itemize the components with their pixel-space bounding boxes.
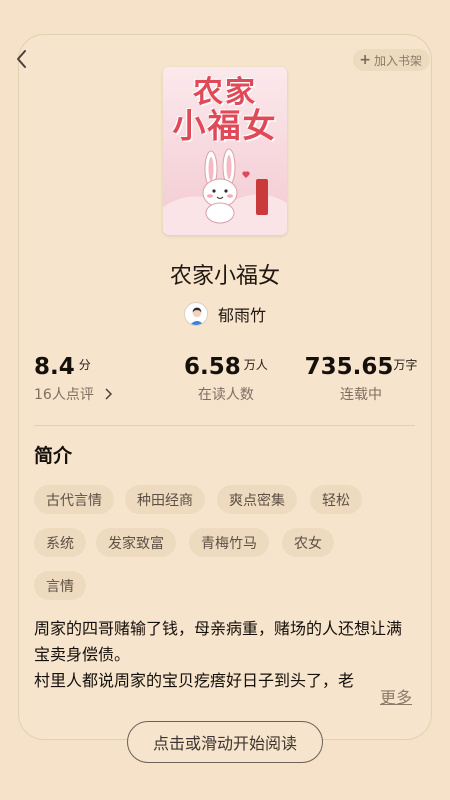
tag-item[interactable]: 古代言情: [34, 485, 114, 514]
author-avatar-icon: [184, 303, 207, 325]
tag-item[interactable]: 系统: [34, 528, 86, 557]
book-title: 农家小福女: [169, 264, 280, 289]
tag-item[interactable]: 青梅竹马: [189, 528, 269, 557]
tag-item[interactable]: 农女: [282, 528, 334, 557]
chevron-right-icon: [105, 388, 113, 400]
bunny-illustration: [163, 148, 287, 235]
tag-item[interactable]: 言情: [34, 571, 86, 600]
chevron-left-icon[interactable]: [14, 48, 30, 70]
book-stats: 8.4 分 16人点评 6.58 万人 在读人数 735.65万字 连载中: [34, 354, 417, 410]
add-to-shelf-button[interactable]: + 加入书架: [353, 49, 430, 71]
tag-item[interactable]: 发家致富: [96, 528, 176, 557]
book-cover[interactable]: 农家 小福女: [163, 67, 287, 235]
readers-stat: 6.58 万人 在读人数: [184, 354, 268, 404]
words-stat: 735.65万字 连载中: [302, 354, 420, 404]
more-link[interactable]: 更多: [378, 684, 413, 708]
words-value: 735.65: [304, 354, 394, 380]
add-to-shelf-label: 加入书架: [373, 53, 422, 68]
score-unit: 分: [78, 358, 91, 372]
tag-item[interactable]: 种田经商: [125, 485, 205, 514]
words-unit: 万字: [393, 358, 418, 372]
tag-item[interactable]: 轻松: [310, 485, 362, 514]
tag-item[interactable]: 爽点密集: [217, 485, 297, 514]
intro-heading: 简介: [34, 445, 73, 467]
author-row[interactable]: 郁雨竹: [0, 302, 450, 326]
score-value: 8.4: [34, 354, 75, 380]
review-count[interactable]: 16人点评: [34, 384, 113, 404]
serial-status: 连载中: [340, 387, 382, 403]
readers-unit: 万人: [243, 358, 268, 372]
readers-label: 在读人数: [197, 387, 254, 403]
divider: [34, 425, 415, 426]
readers-value: 6.58: [184, 354, 241, 380]
avatar: [183, 302, 208, 326]
plus-icon: +: [359, 52, 371, 68]
book-description: 周家的四哥赌输了钱，母亲病重，赌场的人还想让满宝卖身偿债。 村里人都说周家的宝贝疙…: [34, 619, 403, 690]
score-stat[interactable]: 8.4 分 16人点评: [34, 354, 113, 404]
start-reading-button[interactable]: 点击或滑动开始阅读: [127, 721, 323, 763]
author-name[interactable]: 郁雨竹: [218, 302, 266, 326]
